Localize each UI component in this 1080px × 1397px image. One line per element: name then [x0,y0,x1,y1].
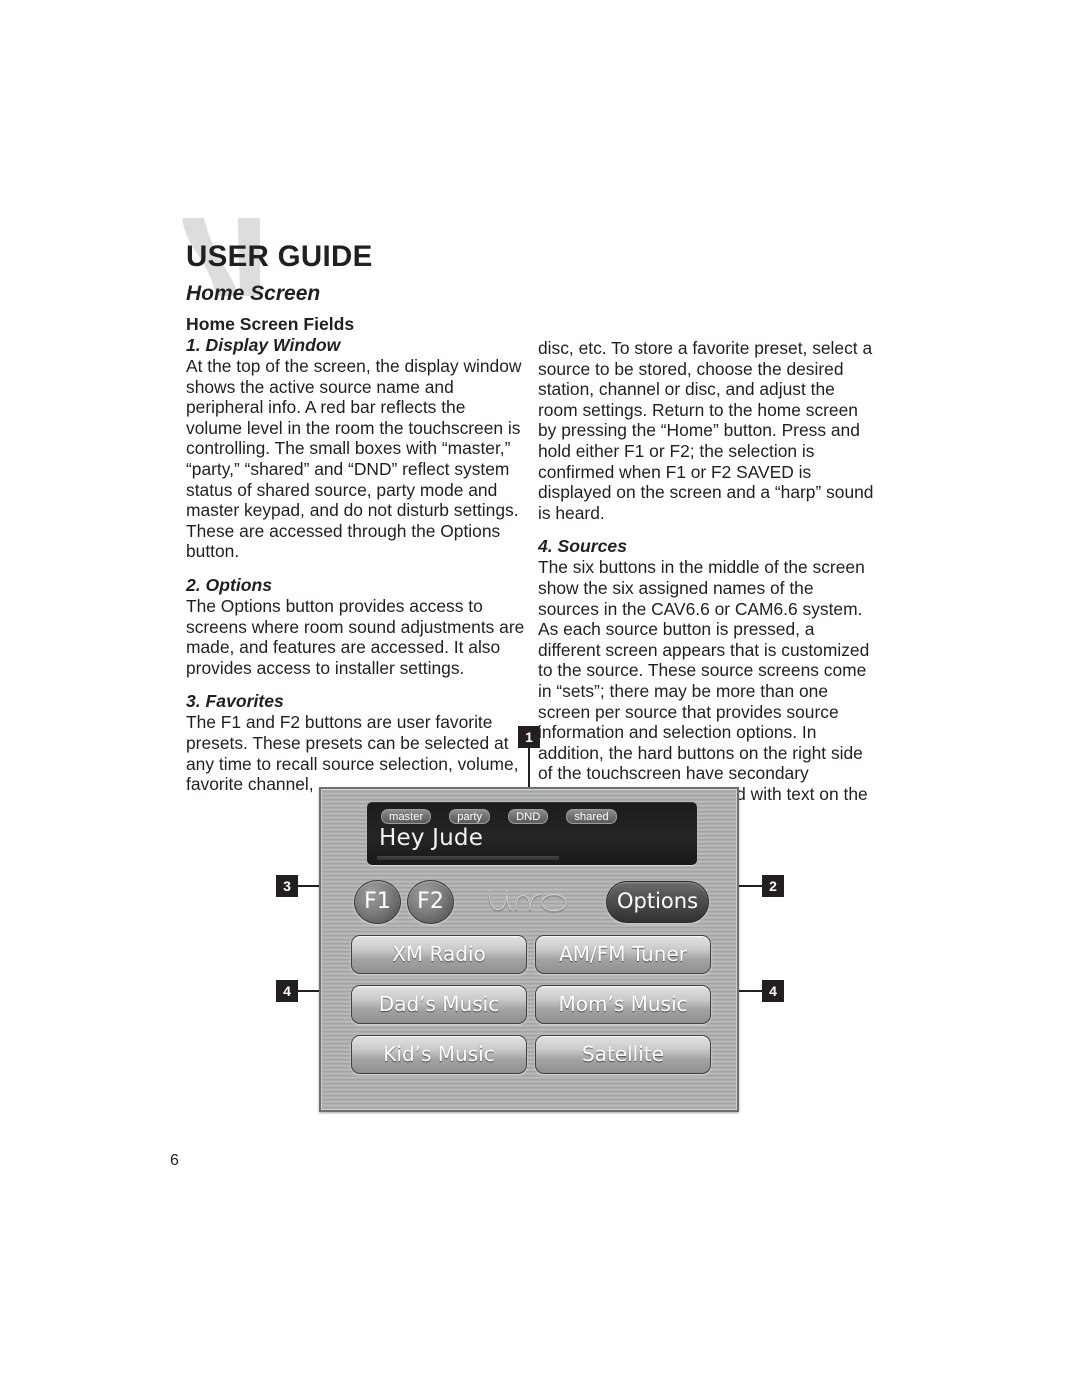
status-badge-row: master party DND shared [379,808,689,825]
status-badge-dnd[interactable]: DND [508,809,549,824]
display-window: master party DND shared Hey Jude [367,802,697,865]
favorite-button-f2[interactable]: F2 [407,880,454,924]
page-number: 6 [170,1152,179,1169]
callout-marker-4-left: 4 [276,980,298,1002]
paragraph-favorites-continued: disc, etc. To store a favorite preset, s… [538,338,874,523]
masthead: USER GUIDE Home Screen [182,218,886,305]
page-title: USER GUIDE [186,240,373,273]
volume-level-bar [377,856,559,860]
callout-marker-2: 2 [762,875,784,897]
touchscreen-figure: 1 3 4 2 4 master party DND shared Hey Ju… [276,726,806,1126]
source-button-satellite[interactable]: Satellite [535,1035,711,1074]
source-button-moms-music[interactable]: Mom’s Music [535,985,711,1024]
uno-brand-logo-icon [484,885,572,919]
options-button[interactable]: Options [606,881,709,923]
heading-favorites: 3. Favorites [186,691,284,712]
status-badge-shared[interactable]: shared [566,809,617,824]
document-page: USER GUIDE Home Screen Home Screen Field… [0,0,1080,1397]
callout-marker-3: 3 [276,875,298,897]
section-heading-home-screen-fields: Home Screen Fields [186,314,355,334]
page-subtitle: Home Screen [186,281,321,305]
status-badge-master[interactable]: master [381,809,432,824]
control-row: F1 F2 Options [321,877,737,929]
source-button-dads-music[interactable]: Dad’s Music [351,985,527,1024]
paragraph-display-window: At the top of the screen, the display wi… [186,356,522,562]
heading-display-window: 1. Display Window [186,335,341,355]
callout-marker-4-right: 4 [762,980,784,1002]
source-button-xm-radio[interactable]: XM Radio [351,935,527,974]
status-badge-party[interactable]: party [449,809,491,824]
left-text-column: Home Screen Fields 1. Display Window At … [186,314,526,795]
heading-sources: 4. Sources [538,536,627,557]
favorite-button-f1[interactable]: F1 [354,880,401,924]
now-playing-text: Hey Jude [379,825,484,851]
source-button-grid: XM Radio AM/FM Tuner Dad’s Music Mom’s M… [351,935,711,1074]
paragraph-options: The Options button provides access to sc… [186,595,525,678]
callout-leader-1 [528,748,530,792]
source-button-amfm-tuner[interactable]: AM/FM Tuner [535,935,711,974]
heading-options: 2. Options [186,574,273,595]
source-button-kids-music[interactable]: Kid’s Music [351,1035,527,1074]
uno-touchscreen-device: master party DND shared Hey Jude F1 F2 O… [319,787,739,1112]
callout-marker-1: 1 [518,726,540,748]
